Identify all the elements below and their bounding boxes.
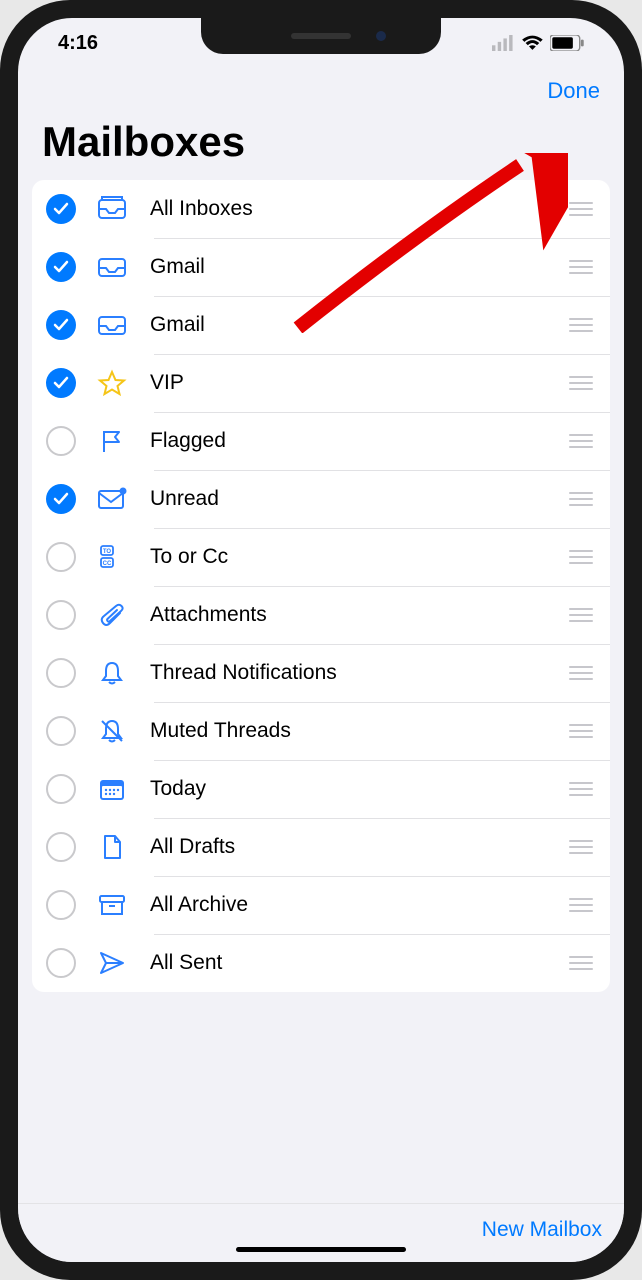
new-mailbox-button[interactable]: New Mailbox (482, 1218, 602, 1242)
checkbox-off[interactable] (46, 716, 76, 746)
reorder-handle-icon[interactable] (566, 956, 596, 970)
flag-icon (90, 427, 134, 455)
checkbox-off[interactable] (46, 948, 76, 978)
home-indicator (236, 1247, 406, 1252)
unread-icon (90, 485, 134, 513)
reorder-handle-icon[interactable] (566, 898, 596, 912)
wifi-icon (521, 35, 544, 51)
tocc-icon (90, 543, 134, 571)
mailbox-label: All Sent (150, 951, 566, 975)
checkbox-off[interactable] (46, 890, 76, 920)
nav-bar: Done (18, 68, 624, 112)
reorder-handle-icon[interactable] (566, 724, 596, 738)
checkbox-on[interactable] (46, 252, 76, 282)
tray-icon (90, 311, 134, 339)
mailbox-label: All Inboxes (150, 197, 566, 221)
mailbox-label: Muted Threads (150, 719, 566, 743)
mailbox-label: To or Cc (150, 545, 566, 569)
reorder-handle-icon[interactable] (566, 550, 596, 564)
reorder-handle-icon[interactable] (566, 260, 596, 274)
mailbox-row[interactable]: Flagged (32, 412, 610, 470)
mailbox-row[interactable]: To or Cc (32, 528, 610, 586)
reorder-handle-icon[interactable] (566, 376, 596, 390)
checkbox-off[interactable] (46, 832, 76, 862)
clip-icon (90, 601, 134, 629)
mailbox-label: Gmail (150, 255, 566, 279)
done-button[interactable]: Done (547, 78, 600, 104)
phone-frame: 4:16 Done Mailboxes All Inboxes Gmail Gmai… (0, 0, 642, 1280)
mailbox-row[interactable]: VIP (32, 354, 610, 412)
mailbox-row[interactable]: Attachments (32, 586, 610, 644)
reorder-handle-icon[interactable] (566, 608, 596, 622)
mailbox-label: All Archive (150, 893, 566, 917)
mailbox-row[interactable]: All Drafts (32, 818, 610, 876)
checkbox-on[interactable] (46, 368, 76, 398)
checkbox-off[interactable] (46, 600, 76, 630)
mailbox-row[interactable]: Unread (32, 470, 610, 528)
send-icon (90, 949, 134, 977)
checkbox-off[interactable] (46, 658, 76, 688)
mailbox-label: Unread (150, 487, 566, 511)
mailbox-label: All Drafts (150, 835, 566, 859)
checkbox-off[interactable] (46, 426, 76, 456)
mailbox-row[interactable]: Muted Threads (32, 702, 610, 760)
cellular-icon (492, 35, 515, 51)
mailbox-row[interactable]: All Archive (32, 876, 610, 934)
bell-icon (90, 659, 134, 687)
checkbox-on[interactable] (46, 484, 76, 514)
calendar-icon (90, 775, 134, 803)
reorder-handle-icon[interactable] (566, 434, 596, 448)
mailbox-label: Thread Notifications (150, 661, 566, 685)
mailbox-row[interactable]: Gmail (32, 296, 610, 354)
battery-icon (550, 35, 584, 51)
bottom-toolbar: New Mailbox (18, 1203, 624, 1262)
status-right (492, 35, 584, 51)
doc-icon (90, 833, 134, 861)
checkbox-on[interactable] (46, 194, 76, 224)
mailbox-list: All Inboxes Gmail Gmail VIP Flagged Unread To … (32, 180, 610, 992)
mailbox-label: Flagged (150, 429, 566, 453)
reorder-handle-icon[interactable] (566, 840, 596, 854)
status-time: 4:16 (58, 32, 98, 55)
checkbox-on[interactable] (46, 310, 76, 340)
page-title: Mailboxes (18, 112, 624, 180)
notch (201, 18, 441, 54)
mailbox-row[interactable]: Today (32, 760, 610, 818)
reorder-handle-icon[interactable] (566, 666, 596, 680)
bell-slash-icon (90, 717, 134, 745)
mailbox-label: VIP (150, 371, 566, 395)
stacked-tray-icon (90, 195, 134, 223)
tray-icon (90, 253, 134, 281)
mailbox-row[interactable]: All Sent (32, 934, 610, 992)
reorder-handle-icon[interactable] (566, 202, 596, 216)
checkbox-off[interactable] (46, 774, 76, 804)
mailbox-label: Gmail (150, 313, 566, 337)
archive-icon (90, 891, 134, 919)
star-icon (90, 369, 134, 397)
checkbox-off[interactable] (46, 542, 76, 572)
reorder-handle-icon[interactable] (566, 492, 596, 506)
mailbox-row[interactable]: Thread Notifications (32, 644, 610, 702)
reorder-handle-icon[interactable] (566, 782, 596, 796)
mailbox-label: Attachments (150, 603, 566, 627)
mailbox-label: Today (150, 777, 566, 801)
reorder-handle-icon[interactable] (566, 318, 596, 332)
mailbox-row[interactable]: All Inboxes (32, 180, 610, 238)
screen: 4:16 Done Mailboxes All Inboxes Gmail Gmai… (18, 18, 624, 1262)
mailbox-row[interactable]: Gmail (32, 238, 610, 296)
